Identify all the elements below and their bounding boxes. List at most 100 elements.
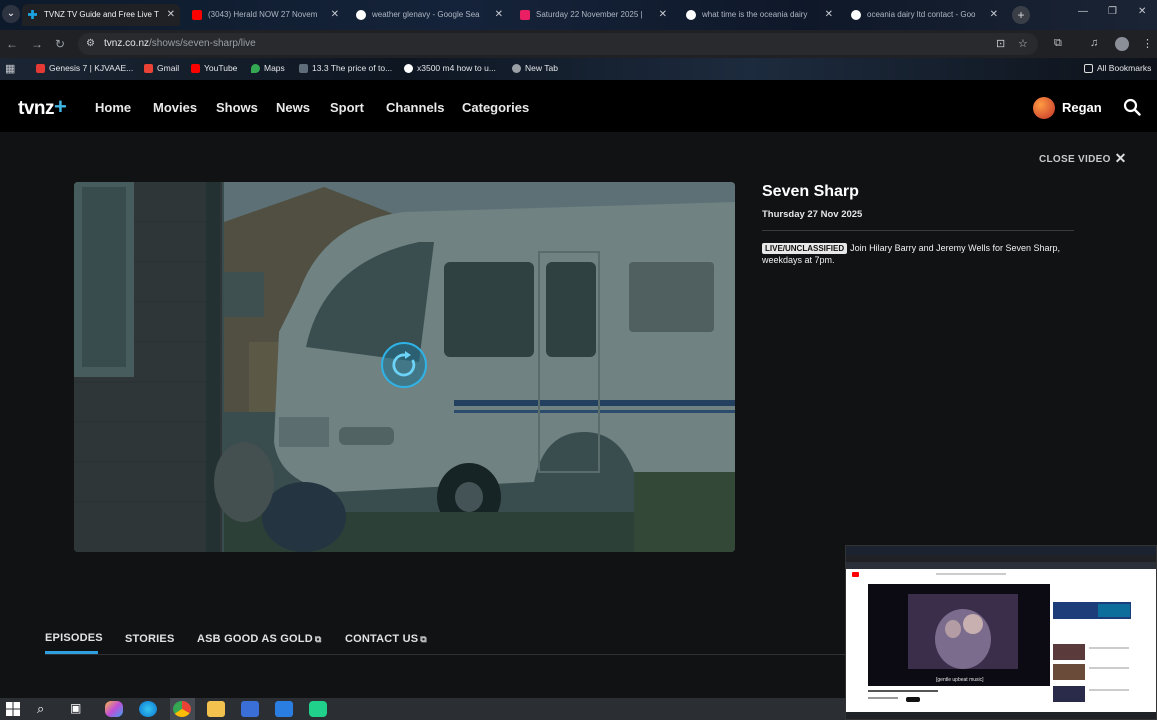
browser-tab-weather[interactable]: weather glenavy - Google Sea ✕ [350,4,508,26]
tab-close-icon[interactable]: ✕ [167,4,175,26]
tab-label: ASB GOOD AS GOLD [197,633,313,645]
back-icon[interactable]: ← [6,37,18,51]
tab-asb-good-as-gold[interactable]: ASB GOOD AS GOLD ⧉ [197,633,322,645]
new-tab-button[interactable]: + [1012,6,1030,24]
tab-close-icon[interactable]: ✕ [825,4,833,26]
show-description: LIVE/UNCLASSIFIED Join Hilary Barry and J… [762,242,1077,266]
close-video-button[interactable]: CLOSE VIDEO ✕ [1039,150,1127,167]
search-icon[interactable] [1123,98,1141,116]
logo-text: tvnz [18,98,55,119]
pip-taskbar [846,712,1156,719]
start-icon[interactable] [6,701,24,717]
install-app-icon[interactable]: ⊡ [996,37,1005,50]
bookmark-label: Maps [264,63,285,73]
extensions-icon[interactable]: ⧉ [1054,37,1062,50]
tab-label: what time is the oceania dairy [702,10,808,19]
external-link-icon: ⧉ [314,634,322,644]
close-icon: ✕ [1114,150,1127,166]
maximize-icon[interactable]: ❐ [1108,6,1117,17]
tab-label: weather glenavy - Google Sea [372,10,480,19]
pip-caption: [gentle upbeat music] [936,677,984,683]
tvnz-logo[interactable]: tvnz+ [18,94,67,120]
media-icon[interactable]: ♫ [1090,37,1098,49]
profile-avatar-icon[interactable] [1115,37,1129,51]
nav-sport[interactable]: Sport [330,100,364,115]
forward-icon[interactable]: → [31,37,43,51]
bookmark-maps[interactable]: Maps [251,63,285,73]
pip-youtube-logo-icon [852,572,859,578]
pip-thumbnail [1053,644,1085,660]
browser-tab-saturday[interactable]: Saturday 22 November 2025 | ✕ [514,4,672,26]
bookmark-label: x3500 m4 how to u... [417,63,496,73]
bookmark-x3500[interactable]: x3500 m4 how to u... [404,63,496,73]
address-bar-row: ← → ↻ ⚙ tvnz.co.nz/shows/seven-sharp/liv… [0,30,1157,58]
user-name[interactable]: Regan [1062,100,1102,115]
browser-tab-tvnz[interactable]: TVNZ TV Guide and Free Live T ✕ [22,4,180,26]
google-favicon-icon [851,10,861,20]
url-input[interactable]: ⚙ tvnz.co.nz/shows/seven-sharp/live ⊡ ☆ [78,33,1038,55]
google-favicon-icon [686,10,696,20]
nav-channels[interactable]: Channels [386,100,445,115]
picture-in-picture-window[interactable]: [gentle upbeat music] [845,545,1157,720]
all-bookmarks-label: All Bookmarks [1097,63,1152,73]
pip-address-bar [846,555,1156,562]
browser-tab-oceania-time[interactable]: what time is the oceania dairy ✕ [680,4,838,26]
nav-shows[interactable]: Shows [216,100,258,115]
copilot-icon[interactable] [105,701,123,717]
url-text: tvnz.co.nz/shows/seven-sharp/live [104,38,256,49]
pip-channel-line [868,697,898,699]
store-icon[interactable] [241,701,259,717]
chrome-icon[interactable] [173,701,191,717]
window-close-icon[interactable]: ✕ [1138,6,1146,17]
video-player[interactable] [74,182,735,552]
tab-close-icon[interactable]: ✕ [659,4,667,26]
minimize-icon[interactable]: — [1078,6,1088,17]
tab-close-icon[interactable]: ✕ [495,4,503,26]
pip-thumbnail [1053,686,1085,702]
external-link-icon: ⧉ [420,634,427,644]
nav-categories[interactable]: Categories [462,100,529,115]
pip-video[interactable]: [gentle upbeat music] [868,584,1050,686]
bookmark-new-tab[interactable]: New Tab [512,63,558,73]
task-view-icon[interactable]: ▣ [70,701,88,717]
tab-contact-us[interactable]: CONTACT US ⧉ [345,633,427,645]
tab-episodes[interactable]: EPISODES [45,632,103,644]
bookmark-youtube[interactable]: YouTube [191,63,237,73]
user-avatar[interactable] [1033,97,1055,119]
site-info-icon[interactable]: ⚙ [86,38,95,49]
apps-grid-icon[interactable]: ▦ [5,62,15,75]
bookmark-gmail[interactable]: Gmail [144,63,179,73]
tab-close-icon[interactable]: ✕ [990,4,998,26]
tab-close-icon[interactable]: ✕ [331,4,339,26]
bookmark-label: 13.3 The price of to... [312,63,393,73]
pip-text-line [1089,689,1129,691]
file-explorer-icon[interactable] [207,701,225,717]
bookmark-genesis[interactable]: Genesis 7 | KJVAAE... [36,63,133,73]
classification-badge: LIVE/UNCLASSIFIED [762,243,848,254]
app-icon[interactable] [309,701,327,717]
close-video-label: CLOSE VIDEO [1039,154,1111,165]
bookmark-star-icon[interactable]: ☆ [1018,37,1028,50]
pip-text-line [1089,647,1129,649]
browser-tab-oceania-contact[interactable]: oceania dairy ltd contact - Goo ✕ [845,4,1003,26]
edge-icon[interactable] [139,701,157,717]
bookmark-label: Gmail [157,63,180,73]
nav-movies[interactable]: Movies [153,100,197,115]
tab-stories[interactable]: STORIES [125,633,175,645]
browser-tab-herald[interactable]: (3043) Herald NOW 27 Novem ✕ [186,4,344,26]
pip-bookmarks-bar [846,562,1156,569]
reload-icon[interactable]: ↻ [55,37,65,51]
nav-news[interactable]: News [276,100,310,115]
taskbar-search-icon[interactable]: ⌕ [37,701,55,717]
nav-home[interactable]: Home [95,100,131,115]
show-title: Seven Sharp [762,183,859,200]
bookmark-label: Genesis 7 | KJVAAE... [49,63,134,73]
google-favicon-icon [356,10,366,20]
url-path: /shows/seven-sharp/live [149,38,256,49]
all-bookmarks-folder[interactable]: All Bookmarks [1084,63,1151,73]
bookmark-price[interactable]: 13.3 The price of to... [299,63,392,73]
outlook-icon[interactable] [275,701,293,717]
tab-search-button[interactable]: ⌄ [2,5,20,23]
browser-menu-icon[interactable]: ⋮ [1142,37,1153,50]
maps-icon [251,64,260,73]
